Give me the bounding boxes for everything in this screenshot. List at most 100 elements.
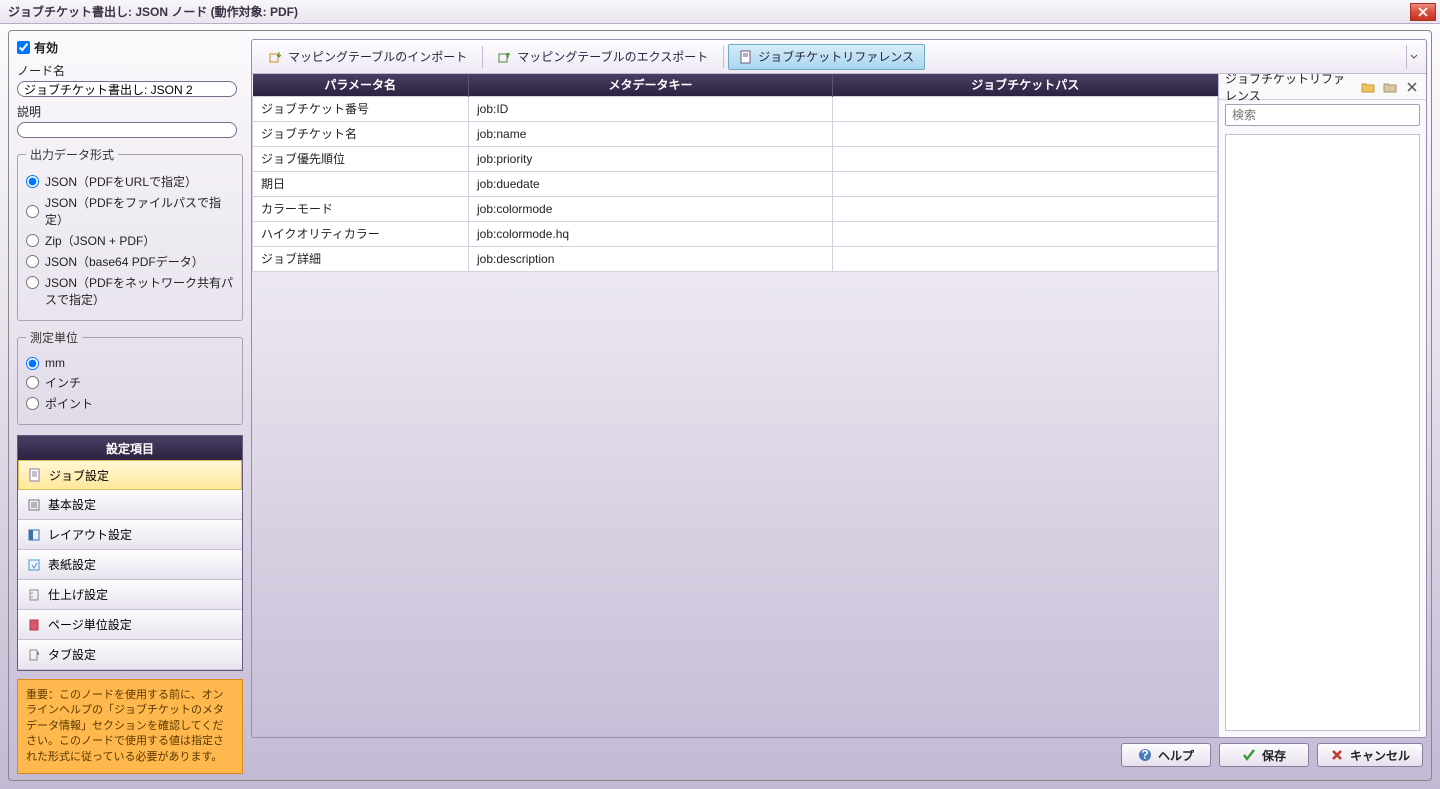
cell-param[interactable]: ハイクオリティカラー [253, 221, 469, 246]
cell-path[interactable] [833, 246, 1218, 271]
description-label: 説明 [17, 103, 243, 120]
table-row[interactable]: ジョブチケット名job:name [253, 121, 1218, 146]
unit-label-2: ポイント [45, 395, 93, 412]
node-name-input[interactable] [17, 81, 237, 97]
help-button[interactable]: ? ヘルプ [1121, 743, 1211, 767]
cell-param[interactable]: ジョブチケット番号 [253, 96, 469, 121]
cell-meta[interactable]: job:duedate [469, 171, 833, 196]
table-area[interactable]: パラメータ名 メタデータキー ジョブチケットパス ジョブチケット番号job:ID… [252, 74, 1218, 737]
close-button[interactable] [1410, 3, 1436, 21]
sidebar: 有効 ノード名 説明 出力データ形式 JSON（PDFをURLで指定） JSON… [9, 31, 247, 780]
format-radio-2[interactable] [26, 234, 39, 247]
panel-close-icon[interactable] [1404, 79, 1420, 95]
page-icon [26, 617, 42, 633]
settings-item-label: 表紙設定 [48, 556, 96, 573]
settings-item-label: 仕上げ設定 [48, 586, 108, 603]
node-name-label: ノード名 [17, 62, 243, 79]
settings-header: 設定項目 [18, 436, 242, 460]
mapping-table: パラメータ名 メタデータキー ジョブチケットパス ジョブチケット番号job:ID… [252, 74, 1218, 272]
help-label: ヘルプ [1158, 747, 1194, 764]
toolbar-dropdown[interactable] [1406, 45, 1420, 69]
export-label: マッピングテーブルのエクスポート [517, 48, 708, 65]
save-button[interactable]: 保存 [1219, 743, 1309, 767]
settings-list[interactable]: ジョブ設定 基本設定 レイアウト設定 表紙設定 仕上げ設定 [18, 460, 242, 670]
table-row[interactable]: ジョブチケット番号job:ID [253, 96, 1218, 121]
chevron-down-icon [1410, 53, 1418, 61]
table-row[interactable]: ジョブ優先順位job:priority [253, 146, 1218, 171]
table-row[interactable]: ハイクオリティカラーjob:colormode.hq [253, 221, 1218, 246]
folder-open-icon[interactable] [1360, 79, 1376, 95]
reference-search-input[interactable] [1225, 104, 1420, 126]
settings-item-cover[interactable]: 表紙設定 [18, 550, 242, 580]
import-mapping-button[interactable]: マッピングテーブルのインポート [258, 44, 478, 70]
format-label-0: JSON（PDFをURLで指定） [45, 173, 197, 190]
cancel-button[interactable]: キャンセル [1317, 743, 1423, 767]
format-label-4: JSON（PDFをネットワーク共有パスで指定） [45, 274, 234, 308]
table-row[interactable]: 期日job:duedate [253, 171, 1218, 196]
settings-panel: 設定項目 ジョブ設定 基本設定 レイアウト設定 表紙設定 [17, 435, 243, 671]
reference-tree[interactable] [1225, 134, 1420, 731]
settings-item-label: タブ設定 [48, 646, 96, 663]
cell-meta[interactable]: job:colormode.hq [469, 221, 833, 246]
toolbar: マッピングテーブルのインポート マッピングテーブルのエクスポート ジョブチケット… [252, 40, 1426, 74]
save-label: 保存 [1262, 747, 1286, 764]
cell-path[interactable] [833, 221, 1218, 246]
cell-meta[interactable]: job:colormode [469, 196, 833, 221]
cell-param[interactable]: ジョブチケット名 [253, 121, 469, 146]
settings-item-finishing[interactable]: 仕上げ設定 [18, 580, 242, 610]
table-row[interactable]: カラーモードjob:colormode [253, 196, 1218, 221]
settings-item-layout[interactable]: レイアウト設定 [18, 520, 242, 550]
tab-icon [26, 647, 42, 663]
cell-path[interactable] [833, 146, 1218, 171]
layout-icon [26, 527, 42, 543]
output-format-legend: 出力データ形式 [26, 146, 118, 163]
window-title: ジョブチケット書出し: JSON ノード (動作対象: PDF) [8, 3, 298, 20]
format-radio-3[interactable] [26, 255, 39, 268]
cell-param[interactable]: カラーモード [253, 196, 469, 221]
col-header-path[interactable]: ジョブチケットパス [833, 74, 1218, 96]
enabled-label: 有効 [34, 39, 58, 56]
cell-path[interactable] [833, 171, 1218, 196]
reference-label: ジョブチケットリファレンス [758, 48, 914, 65]
cancel-icon [1330, 748, 1344, 762]
titlebar: ジョブチケット書出し: JSON ノード (動作対象: PDF) [0, 0, 1440, 24]
reference-button[interactable]: ジョブチケットリファレンス [728, 44, 925, 70]
cell-path[interactable] [833, 121, 1218, 146]
settings-item-page[interactable]: ページ単位設定 [18, 610, 242, 640]
unit-legend: 測定単位 [26, 329, 82, 346]
folder-collapse-icon[interactable] [1382, 79, 1398, 95]
cell-meta[interactable]: job:ID [469, 96, 833, 121]
cell-param[interactable]: 期日 [253, 171, 469, 196]
close-icon [1418, 7, 1428, 17]
unit-radio-0[interactable] [26, 357, 39, 370]
cell-meta[interactable]: job:name [469, 121, 833, 146]
format-radio-4[interactable] [26, 276, 39, 289]
settings-item-label: レイアウト設定 [48, 526, 132, 543]
settings-item-label: ページ単位設定 [48, 616, 132, 633]
format-radio-1[interactable] [26, 205, 39, 218]
unit-radio-1[interactable] [26, 376, 39, 389]
cell-param[interactable]: ジョブ詳細 [253, 246, 469, 271]
description-input[interactable] [17, 122, 237, 138]
unit-radio-2[interactable] [26, 397, 39, 410]
cell-meta[interactable]: job:priority [469, 146, 833, 171]
settings-item-basic[interactable]: 基本設定 [18, 490, 242, 520]
format-label-1: JSON（PDFをファイルパスで指定） [45, 194, 234, 228]
cell-param[interactable]: ジョブ優先順位 [253, 146, 469, 171]
check-icon [1242, 748, 1256, 762]
format-radio-0[interactable] [26, 175, 39, 188]
finishing-icon [26, 587, 42, 603]
settings-item-job[interactable]: ジョブ設定 [18, 460, 242, 490]
table-row[interactable]: ジョブ詳細job:description [253, 246, 1218, 271]
cell-meta[interactable]: job:description [469, 246, 833, 271]
enabled-checkbox[interactable] [17, 41, 30, 54]
export-mapping-button[interactable]: マッピングテーブルのエクスポート [487, 44, 719, 70]
cell-path[interactable] [833, 96, 1218, 121]
col-header-param[interactable]: パラメータ名 [253, 74, 469, 96]
col-header-meta[interactable]: メタデータキー [469, 74, 833, 96]
settings-item-tab[interactable]: タブ設定 [18, 640, 242, 670]
cell-path[interactable] [833, 196, 1218, 221]
footer: ? ヘルプ 保存 キャンセル [251, 738, 1427, 772]
svg-text:?: ? [1141, 748, 1148, 762]
format-label-2: Zip（JSON + PDF） [45, 232, 155, 249]
